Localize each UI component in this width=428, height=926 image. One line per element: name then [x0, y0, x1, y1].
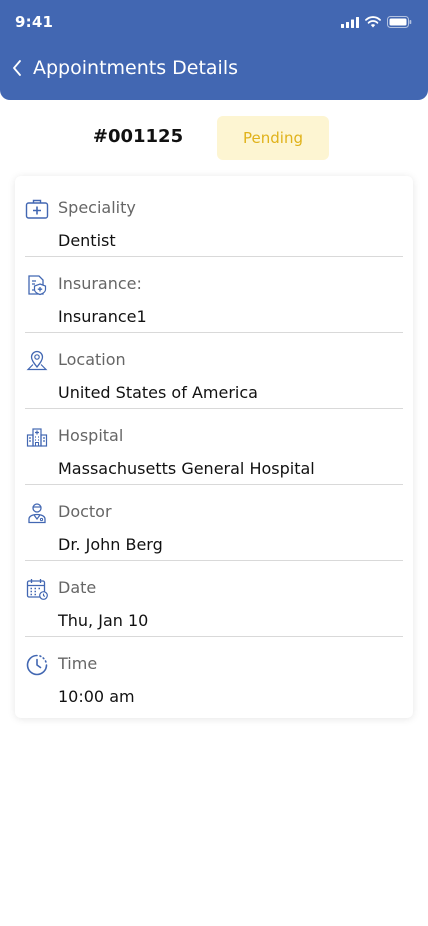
page-title: Appointments Details	[33, 57, 239, 79]
detail-row-insurance: Insurance: Insurance1	[15, 257, 413, 333]
detail-row-speciality: Speciality Dentist	[15, 181, 413, 257]
detail-value: Massachusetts General Hospital	[58, 459, 315, 478]
appointment-id: #001125	[92, 126, 184, 147]
status-icons	[341, 15, 412, 29]
doctor-icon	[28, 503, 46, 524]
detail-label: Date	[58, 578, 97, 597]
detail-label: Speciality	[58, 198, 136, 217]
wifi-icon	[365, 16, 381, 28]
status-badge: Pending	[217, 116, 329, 160]
clock-icon	[26, 654, 48, 676]
insurance-icon	[28, 275, 47, 296]
medical-kit-icon	[25, 199, 49, 219]
detail-label: Location	[58, 350, 126, 369]
detail-row-time: Time 10:00 am	[15, 637, 413, 713]
calendar-icon	[26, 579, 48, 600]
details-card: Speciality Dentist Insurance: Insurance1…	[15, 176, 413, 718]
detail-value: Thu, Jan 10	[58, 611, 149, 630]
detail-label: Hospital	[58, 426, 124, 445]
status-bar: 9:41	[0, 0, 428, 44]
detail-value: Dr. John Berg	[58, 535, 163, 554]
chevron-left-icon	[13, 60, 21, 76]
signal-icon	[341, 16, 359, 28]
back-button[interactable]	[12, 56, 28, 80]
detail-row-doctor: Doctor Dr. John Berg	[15, 485, 413, 561]
detail-label: Insurance:	[58, 274, 142, 293]
detail-value: Insurance1	[58, 307, 147, 326]
battery-icon	[387, 16, 412, 28]
detail-row-location: Location United States of America	[15, 333, 413, 409]
detail-value: Dentist	[58, 231, 116, 250]
detail-label: Time	[58, 654, 98, 673]
hospital-icon	[26, 428, 48, 447]
detail-label: Doctor	[58, 502, 112, 521]
detail-row-hospital: Hospital Massachusetts General Hospital	[15, 409, 413, 485]
nav-bar: Appointments Details	[0, 50, 428, 86]
detail-row-date: Date Thu, Jan 10	[15, 561, 413, 637]
detail-value: 10:00 am	[58, 687, 135, 706]
status-time: 9:41	[15, 13, 54, 31]
location-icon	[26, 350, 48, 371]
app-header: 9:41 Appointments Details	[0, 0, 428, 100]
detail-value: United States of America	[58, 383, 258, 402]
